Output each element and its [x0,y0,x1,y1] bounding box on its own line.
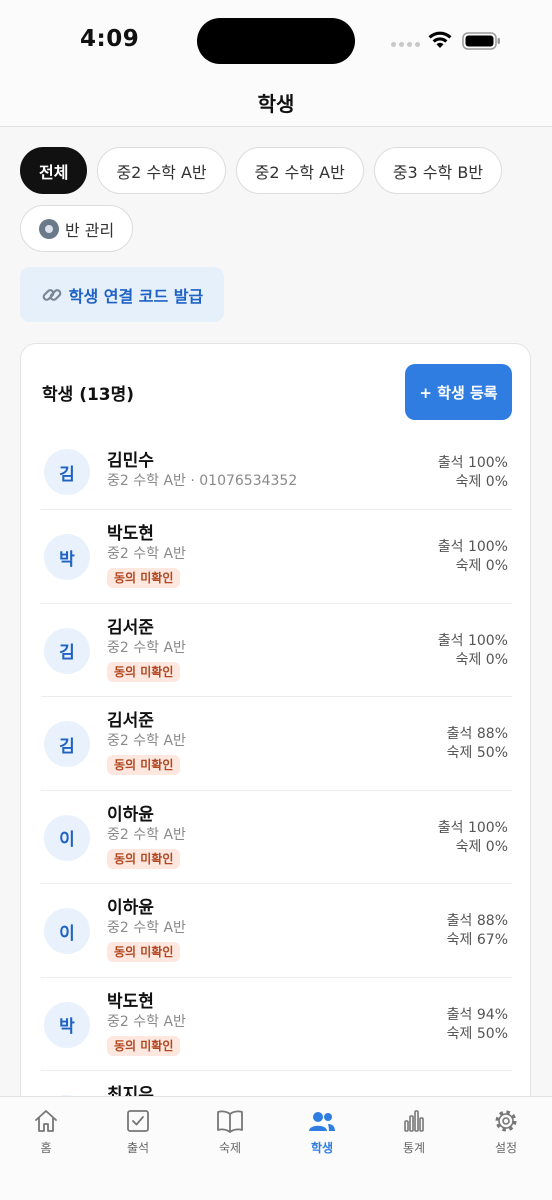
tab-students[interactable]: 학생 [276,1097,368,1177]
tab-label: 통계 [402,1141,426,1155]
filter-chip-class[interactable]: 중2 수학 A반 [235,147,364,194]
manage-classes-button[interactable]: 반 관리 [20,205,134,252]
attendance-rate: 출석 100% [437,632,508,649]
checkbox-icon [127,1110,149,1132]
home-icon [35,1110,57,1132]
consent-status-badge: 동의 미확인 [107,568,181,588]
tab-label: 출석 [126,1141,150,1155]
consent-status-badge: 동의 미확인 [107,942,181,962]
homework-rate: 숙제 0% [455,558,508,574]
dynamic-island [197,18,355,64]
homework-rate: 숙제 0% [455,651,508,668]
student-name: 이하윤 [107,898,154,918]
student-name: 이하윤 [107,804,154,825]
battery-icon [462,32,500,50]
student-count-title: 학생 (13명) [42,385,135,405]
student-class: 중2 수학 A반 [107,639,186,656]
book-icon [217,1110,243,1133]
student-name: 김서준 [107,711,154,731]
manage-classes-label: 반 관리 [65,220,115,240]
consent-status-badge: 동의 미확인 [107,755,181,775]
student-row[interactable]: 김 김서준 중2 수학 A반 동의 미확인 출석 88% 숙제 50% [41,697,512,791]
attendance-rate: 출석 94% [446,1006,508,1023]
student-name: 박도현 [107,991,154,1012]
tab-label: 숙제 [218,1141,242,1155]
page-title: 학생 [257,92,295,116]
student-name: 김서준 [107,617,154,638]
student-name: 박도현 [107,524,154,544]
avatar: 이 [44,814,90,861]
tab-label: 홈 [40,1141,52,1155]
student-name: 최지우 [107,1085,154,1096]
attendance-rate: 출석 88% [446,913,508,929]
avatar: 박 [44,534,90,580]
tab-home[interactable]: 홈 [0,1097,92,1177]
filter-chip-class[interactable]: 중3 수학 B반 [373,147,503,194]
people-icon [309,1112,335,1131]
student-row[interactable]: 이 이하윤 중2 수학 A반 동의 미확인 출석 88% 숙제 67% [41,884,512,978]
student-class: 중2 수학 A반 [107,920,186,936]
avatar: 박 [44,1001,90,1048]
consent-status-badge: 동의 미확인 [107,1035,181,1056]
consent-status-badge: 동의 미확인 [107,661,181,682]
tab-homework[interactable]: 숙제 [184,1097,276,1177]
link-icon [42,288,62,301]
student-class: 중2 수학 A반 [107,733,186,749]
student-class: 중2 수학 A반 [107,546,186,562]
homework-rate: 숙제 0% [455,838,508,855]
issue-link-code-label: 학생 연결 코드 발급 [68,286,204,306]
issue-link-code-button[interactable]: 학생 연결 코드 발급 [20,267,224,322]
homework-rate: 숙제 67% [446,932,508,948]
attendance-rate: 출석 100% [437,539,508,555]
avatar: 김 [44,627,90,674]
homework-rate: 숙제 0% [455,474,508,490]
student-row[interactable]: 이 이하윤 중2 수학 A반 동의 미확인 출석 100% 숙제 0% [41,791,512,884]
student-row[interactable]: 김 김민수 중2 수학 A반 · 01076534352 출석 100% 숙제 … [41,436,512,510]
filter-chip-all[interactable]: 전체 [20,147,88,194]
bar-chart-icon [404,1110,424,1132]
tab-statistics[interactable]: 통계 [368,1097,460,1177]
gear-icon [495,1110,517,1132]
student-list-card: 학생 (13명) + 학생 등록 김 김민수 중2 수학 A반 · 010765… [20,343,531,1096]
student-list: 김 김민수 중2 수학 A반 · 01076534352 출석 100% 숙제 … [41,436,512,1096]
wifi-icon [428,31,452,48]
status-time: 4:09 [80,26,140,52]
avatar: 김 [44,721,90,767]
attendance-rate: 출석 100% [437,819,508,836]
consent-status-badge: 동의 미확인 [107,848,181,869]
student-row[interactable]: 박 박도현 중2 수학 A반 동의 미확인 출석 100% 숙제 0% [41,510,512,604]
main-content[interactable]: 전체 중2 수학 A반 중2 수학 A반 중3 수학 B반 반 관리 학생 연결… [0,128,552,1096]
class-filter-chips: 전체 중2 수학 A반 중2 수학 A반 중3 수학 B반 반 관리 [20,147,540,252]
tab-label: 학생 [310,1141,334,1155]
attendance-rate: 출석 88% [446,726,508,742]
homework-rate: 숙제 50% [446,745,508,761]
student-row[interactable]: 김 김서준 중2 수학 A반 동의 미확인 출석 100% 숙제 0% [41,604,512,697]
gear-icon [39,218,59,239]
filter-chip-class[interactable]: 중2 수학 A반 [97,147,226,194]
homework-rate: 숙제 50% [446,1025,508,1042]
register-student-button[interactable]: + 학생 등록 [405,364,512,420]
avatar: 김 [44,449,90,495]
tab-settings[interactable]: 설정 [460,1097,552,1177]
tab-attendance[interactable]: 출석 [92,1097,184,1177]
avatar: 이 [44,908,90,954]
student-row[interactable]: 최 최지우 [41,1071,512,1096]
student-row[interactable]: 박 박도현 중2 수학 A반 동의 미확인 출석 94% 숙제 50% [41,978,512,1071]
student-class: 중2 수학 A반 · 01076534352 [107,473,298,489]
student-class: 중2 수학 A반 [107,1013,186,1030]
status-bar: 4:09 [0,0,552,80]
navigation-bar: 학생 [0,80,552,127]
tab-bar: 홈 출석 숙제 학생 통계 설정 [0,1096,552,1200]
student-class: 중2 수학 A반 [107,826,186,843]
student-name: 김민수 [107,451,154,471]
cellular-signal-icon [391,42,420,47]
attendance-rate: 출석 100% [437,455,508,471]
tab-label: 설정 [494,1141,518,1155]
